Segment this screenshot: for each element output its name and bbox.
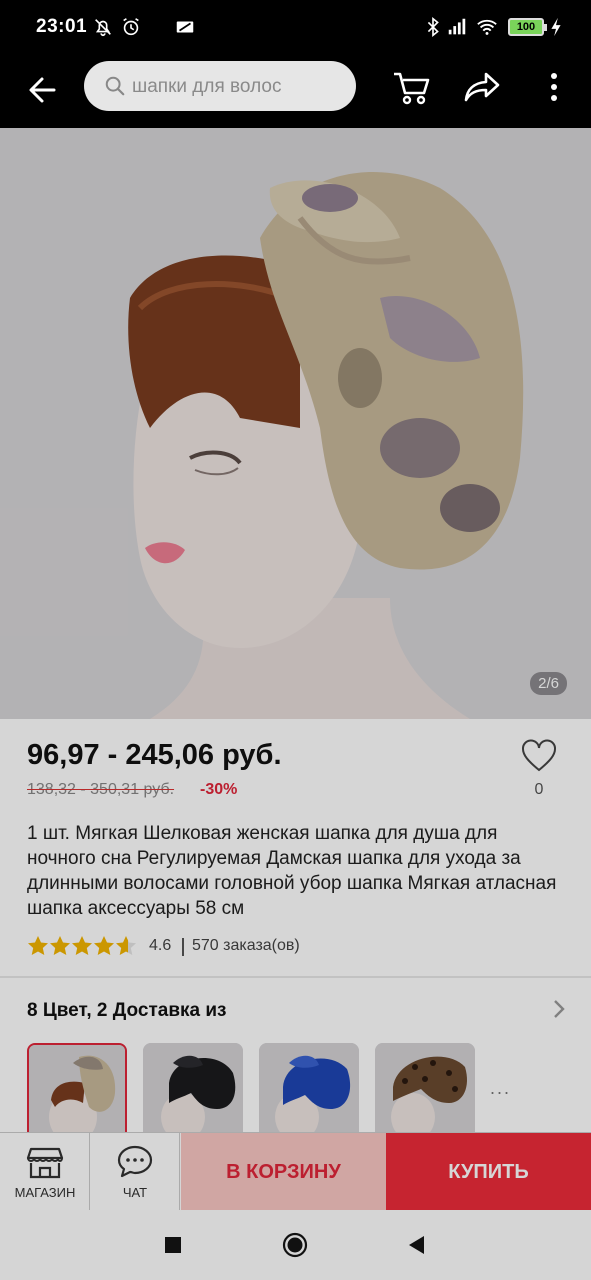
discount-badge: -30% <box>200 781 238 798</box>
favorites-count: 0 <box>534 781 544 798</box>
product-info: 96,97 - 245,06 руб. 138,32 - 350,31 руб.… <box>0 719 591 979</box>
wifi-icon <box>477 19 497 35</box>
more-variants[interactable]: ... <box>490 1078 511 1099</box>
image-counter: 2/6 <box>530 672 567 695</box>
product-photo <box>128 172 524 719</box>
star-icon <box>50 936 70 955</box>
rating-value: 4.6 <box>149 937 172 954</box>
rating-stars <box>28 936 136 955</box>
star-icon <box>94 936 114 955</box>
chat-button[interactable]: ЧАТ <box>90 1133 180 1211</box>
signal-icon <box>448 18 466 35</box>
add-to-cart-button[interactable]: В КОРЗИНУ <box>181 1133 386 1211</box>
store-label: МАГАЗИН <box>14 1185 76 1200</box>
product-title: 1 шт. Мягкая Шелковая женская шапка для … <box>27 823 557 919</box>
status-bar: 23:01 100 <box>0 0 591 56</box>
home-icon[interactable] <box>280 1230 310 1260</box>
action-bar: МАГАЗИН ЧАТ В КОРЗИНУ КУПИТЬ <box>0 1132 591 1211</box>
bluetooth-icon <box>427 17 439 37</box>
recent-apps-icon[interactable] <box>158 1230 188 1260</box>
cart-icon[interactable] <box>390 66 432 108</box>
share-icon[interactable] <box>462 66 504 108</box>
star-icon <box>72 936 92 955</box>
variants-selector[interactable]: 8 Цвет, 2 Доставка из <box>0 978 591 1040</box>
system-nav-bar <box>0 1210 591 1280</box>
charging-icon <box>551 17 561 37</box>
heart-icon[interactable] <box>520 739 558 773</box>
top-bar: шапки для волос <box>0 56 591 128</box>
back-arrow-icon[interactable] <box>24 70 64 110</box>
product-image-gallery[interactable]: 2/6 <box>0 128 591 719</box>
variant-image <box>29 1045 125 1135</box>
search-icon <box>105 76 125 96</box>
old-price: 138,32 - 350,31 руб. <box>27 781 175 798</box>
star-icon <box>28 936 48 955</box>
store-button[interactable]: МАГАЗИН <box>0 1133 90 1211</box>
status-time: 23:01 <box>36 16 88 37</box>
variant-thumb[interactable] <box>259 1043 359 1135</box>
variant-thumb[interactable] <box>27 1043 127 1135</box>
separator <box>182 938 184 956</box>
chat-icon <box>117 1145 153 1178</box>
more-vert-icon[interactable] <box>534 66 574 108</box>
half-star-icon <box>116 936 136 955</box>
alarm-icon <box>123 18 139 36</box>
back-nav-icon[interactable] <box>402 1230 432 1260</box>
buy-now-button[interactable]: КУПИТЬ <box>386 1133 591 1211</box>
variant-image <box>259 1043 359 1135</box>
variant-thumb[interactable] <box>143 1043 243 1135</box>
variants-title: 8 Цвет, 2 Доставка из <box>27 1000 227 1021</box>
variant-thumb[interactable] <box>375 1043 475 1135</box>
search-placeholder: шапки для волос <box>132 76 282 97</box>
store-icon <box>26 1147 64 1179</box>
battery-icon: 100 <box>508 18 547 36</box>
search-input[interactable]: шапки для волос <box>84 61 356 111</box>
chevron-right-icon <box>554 1000 565 1018</box>
screen-cast-icon <box>176 21 194 33</box>
variant-image <box>143 1043 243 1135</box>
orders-count: 570 заказа(ов) <box>192 937 300 954</box>
variant-image <box>375 1043 475 1135</box>
price: 96,97 - 245,06 руб. <box>27 739 282 771</box>
chat-label: ЧАТ <box>122 1185 148 1200</box>
mute-bell-icon <box>95 19 111 37</box>
